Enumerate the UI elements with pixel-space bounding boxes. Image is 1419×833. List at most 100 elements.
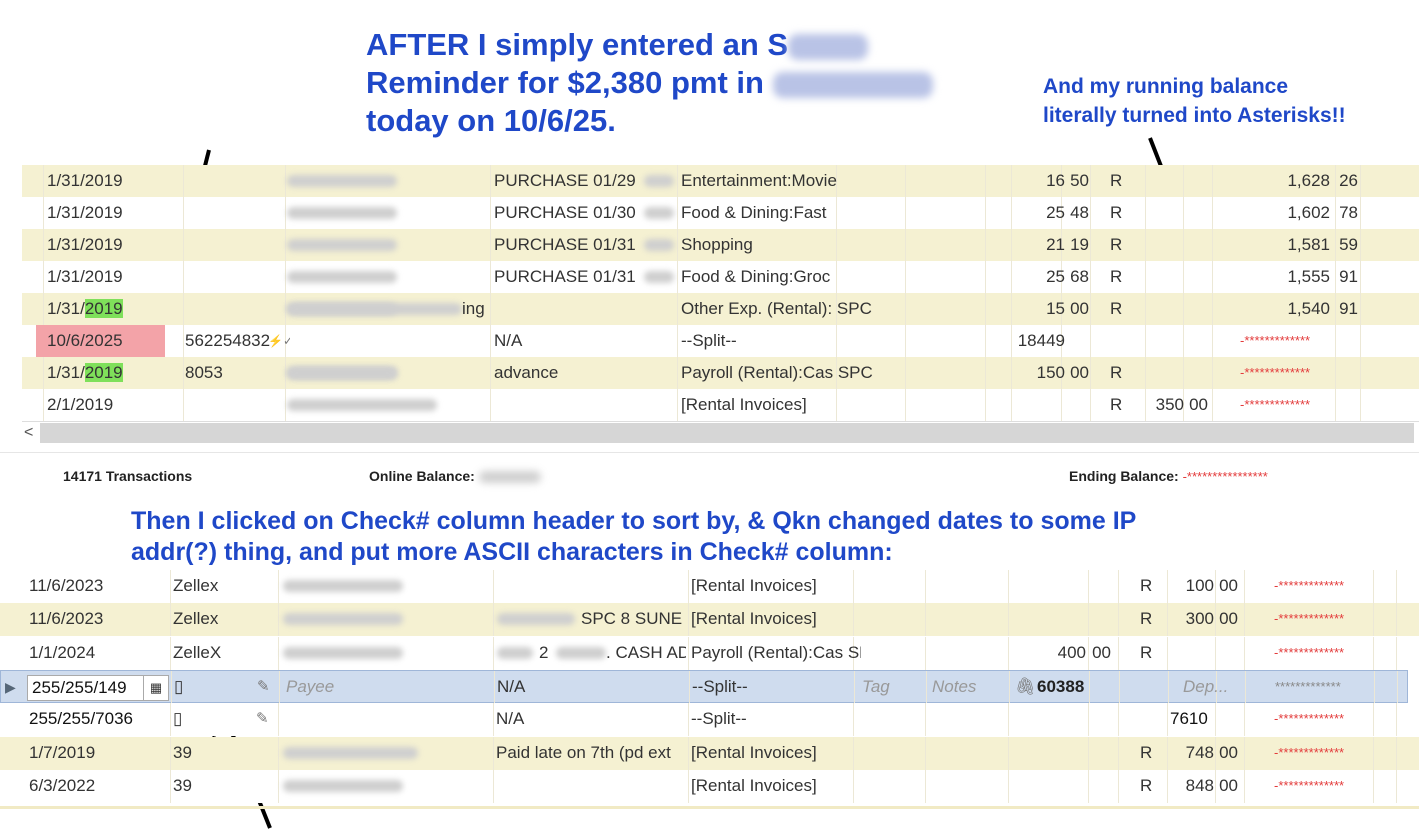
category-cell[interactable]: [Rental Invoices]: [691, 570, 861, 602]
check-number-cell[interactable]: [185, 261, 285, 293]
cleared-status[interactable]: R: [1110, 229, 1130, 261]
memo-cell[interactable]: SPC 8 SUNE: [581, 603, 686, 635]
cleared-status[interactable]: R: [1140, 737, 1160, 769]
date-cell[interactable]: 1/31/2019: [47, 229, 177, 261]
deposit-placeholder[interactable]: Dep...: [1183, 671, 1243, 703]
register-row[interactable]: 1/31/2019 8053 advance Payroll (Rental):Cas…: [22, 357, 1419, 389]
register-row[interactable]: 1/31/2019 PURCHASE 01/31 Food & Dining:Gro…: [22, 261, 1419, 293]
date-cell[interactable]: [30, 671, 160, 703]
check-number-cell[interactable]: [185, 197, 285, 229]
register-row[interactable]: 11/6/2023 Zellex SPC 8 SUNE [Rental Invoice…: [0, 603, 1419, 636]
cleared-status[interactable]: R: [1110, 165, 1130, 197]
memo-cell[interactable]: PURCHASE 01/31: [494, 261, 644, 293]
category-cell[interactable]: [Rental Invoices]: [691, 603, 861, 635]
cleared-status[interactable]: R: [1140, 570, 1160, 602]
cleared-status[interactable]: R: [1110, 357, 1130, 389]
memo-cell[interactable]: N/A: [497, 671, 687, 703]
cleared-status[interactable]: R: [1110, 197, 1130, 229]
edit-note-icon[interactable]: ✎: [257, 671, 275, 703]
check-number-cell[interactable]: ▯: [173, 703, 253, 735]
memo-cell[interactable]: PURCHASE 01/31: [494, 229, 644, 261]
check-number-cell[interactable]: 39: [173, 770, 253, 802]
category-cell[interactable]: --Split--: [681, 325, 881, 357]
category-cell[interactable]: --Split--: [692, 671, 862, 703]
register-row[interactable]: 6/3/2022 39 [Rental Invoices] R 848 00 -******…: [0, 770, 1419, 803]
date-cell[interactable]: 2/1/2019: [47, 389, 177, 421]
register-row[interactable]: 1/31/2019 PURCHASE 01/29 Entertainment:Mov…: [22, 165, 1419, 197]
date-cell[interactable]: 1/7/2019: [29, 737, 159, 769]
memo-cell[interactable]: PURCHASE 01/30: [494, 197, 644, 229]
date-cell[interactable]: 1/31/2019: [47, 197, 177, 229]
category-cell[interactable]: Food & Dining:Fast: [681, 197, 881, 229]
check-number-cell[interactable]: 8053: [185, 357, 285, 389]
category-cell[interactable]: Food & Dining:Groc: [681, 261, 881, 293]
register-row[interactable]: 10/6/2025 562254832 ⚡✓ N/A --Split-- 18449 -**…: [22, 325, 1419, 357]
cleared-status[interactable]: [1110, 325, 1130, 357]
category-cell[interactable]: [Rental Invoices]: [691, 770, 861, 802]
category-cell[interactable]: Other Exp. (Rental): SPC: [681, 293, 881, 325]
register-row[interactable]: 255/255/7036 ▯ ✎ N/A --Split-- 7610 -*********…: [0, 703, 1419, 736]
register-row[interactable]: 1/7/2019 39 Paid late on 7th (pd ext [Renta…: [0, 737, 1419, 770]
date-cell[interactable]: 10/6/2025: [36, 325, 165, 357]
date-cell[interactable]: 1/31/2019: [47, 357, 177, 389]
memo-cell[interactable]: [494, 389, 644, 421]
cleared-status[interactable]: R: [1110, 389, 1130, 421]
check-number-cell[interactable]: ▯: [174, 671, 254, 703]
date-cell[interactable]: 1/31/2019: [47, 261, 177, 293]
category-cell[interactable]: Entertainment:Movie: [681, 165, 881, 197]
check-number-cell[interactable]: Zellex: [173, 570, 253, 602]
date-cell[interactable]: 1/31/2019: [47, 165, 177, 197]
memo-cell[interactable]: Paid late on 7th (pd ext: [496, 737, 686, 769]
cleared-status[interactable]: R: [1110, 293, 1130, 325]
date-cell[interactable]: 255/255/7036: [29, 703, 159, 735]
cleared-status[interactable]: R: [1140, 603, 1160, 635]
date-cell[interactable]: 1/1/2024: [29, 637, 159, 669]
payment-amount[interactable]: 60388: [1037, 671, 1097, 703]
check-number-cell[interactable]: ZelleX: [173, 637, 253, 669]
check-number-cell[interactable]: [185, 229, 285, 261]
check-number-cell[interactable]: [185, 165, 285, 197]
category-cell[interactable]: [Rental Invoices]: [691, 737, 861, 769]
check-number-cell[interactable]: [185, 389, 285, 421]
cleared-status[interactable]: R: [1140, 770, 1160, 802]
memo-cell[interactable]: N/A: [494, 325, 644, 357]
memo-cell[interactable]: [496, 570, 686, 602]
deposit-cents: 00: [1219, 743, 1238, 762]
horizontal-scrollbar[interactable]: <: [22, 421, 1419, 444]
memo-cell[interactable]: advance: [494, 357, 644, 389]
notes-placeholder[interactable]: Notes: [932, 671, 1002, 703]
category-cell[interactable]: --Split--: [691, 703, 861, 735]
cleared-status[interactable]: R: [1140, 637, 1160, 669]
category-cell[interactable]: [Rental Invoices]: [681, 389, 881, 421]
category-cell[interactable]: Payroll (Rental):Cas SPC: [681, 357, 881, 389]
date-cell[interactable]: 11/6/2023: [29, 570, 159, 602]
check-number-cell[interactable]: [185, 293, 285, 325]
register-row[interactable]: 1/31/2019 ing Other Exp. (Rental): SPC 15 00…: [22, 293, 1419, 325]
payee-placeholder[interactable]: Payee: [286, 671, 386, 703]
scroll-left-icon[interactable]: <: [24, 422, 33, 444]
memo-cell[interactable]: [496, 770, 686, 802]
payment-cents: 68: [1070, 267, 1089, 286]
register-row[interactable]: ▶ 255/255/149 ▦ ▯ ✎ Payee N/A --Split-- Tag Notes…: [0, 670, 1408, 704]
register-row[interactable]: 1/1/2024 ZelleX 2 . CASH AD Payroll (Rental)…: [0, 637, 1419, 670]
check-number-cell[interactable]: Zellex: [173, 603, 253, 635]
register-row[interactable]: 2/1/2019 [Rental Invoices] R 350 00 -********…: [22, 389, 1419, 421]
category-cell[interactable]: Payroll (Rental):Cas SPC: [691, 637, 861, 669]
memo-cell[interactable]: PURCHASE 01/29: [494, 165, 644, 197]
edit-note-icon[interactable]: ✎: [256, 703, 274, 735]
cleared-status[interactable]: R: [1110, 261, 1130, 293]
register-row[interactable]: 1/31/2019 PURCHASE 01/30 Food & Dining:Fas…: [22, 197, 1419, 229]
category-cell[interactable]: Shopping: [681, 229, 881, 261]
tag-placeholder[interactable]: Tag: [862, 671, 922, 703]
register-row[interactable]: 11/6/2023 Zellex [Rental Invoices] R 100 00 -*…: [0, 570, 1419, 603]
cleared-status[interactable]: [1140, 703, 1160, 735]
register-row[interactable]: 1/31/2019 PURCHASE 01/31 Shopping 21 19 R 1,58…: [22, 229, 1419, 261]
check-number-cell[interactable]: 39: [173, 737, 253, 769]
date-cell[interactable]: 6/3/2022: [29, 770, 159, 802]
paperclip-icon[interactable]: 🖇: [1015, 671, 1033, 703]
memo-cell[interactable]: N/A: [496, 703, 686, 735]
date-cell[interactable]: 11/6/2023: [29, 603, 159, 635]
date-cell[interactable]: 1/31/2019: [47, 293, 177, 325]
memo-cell[interactable]: [494, 293, 644, 325]
scrollbar-thumb[interactable]: [40, 423, 1414, 443]
